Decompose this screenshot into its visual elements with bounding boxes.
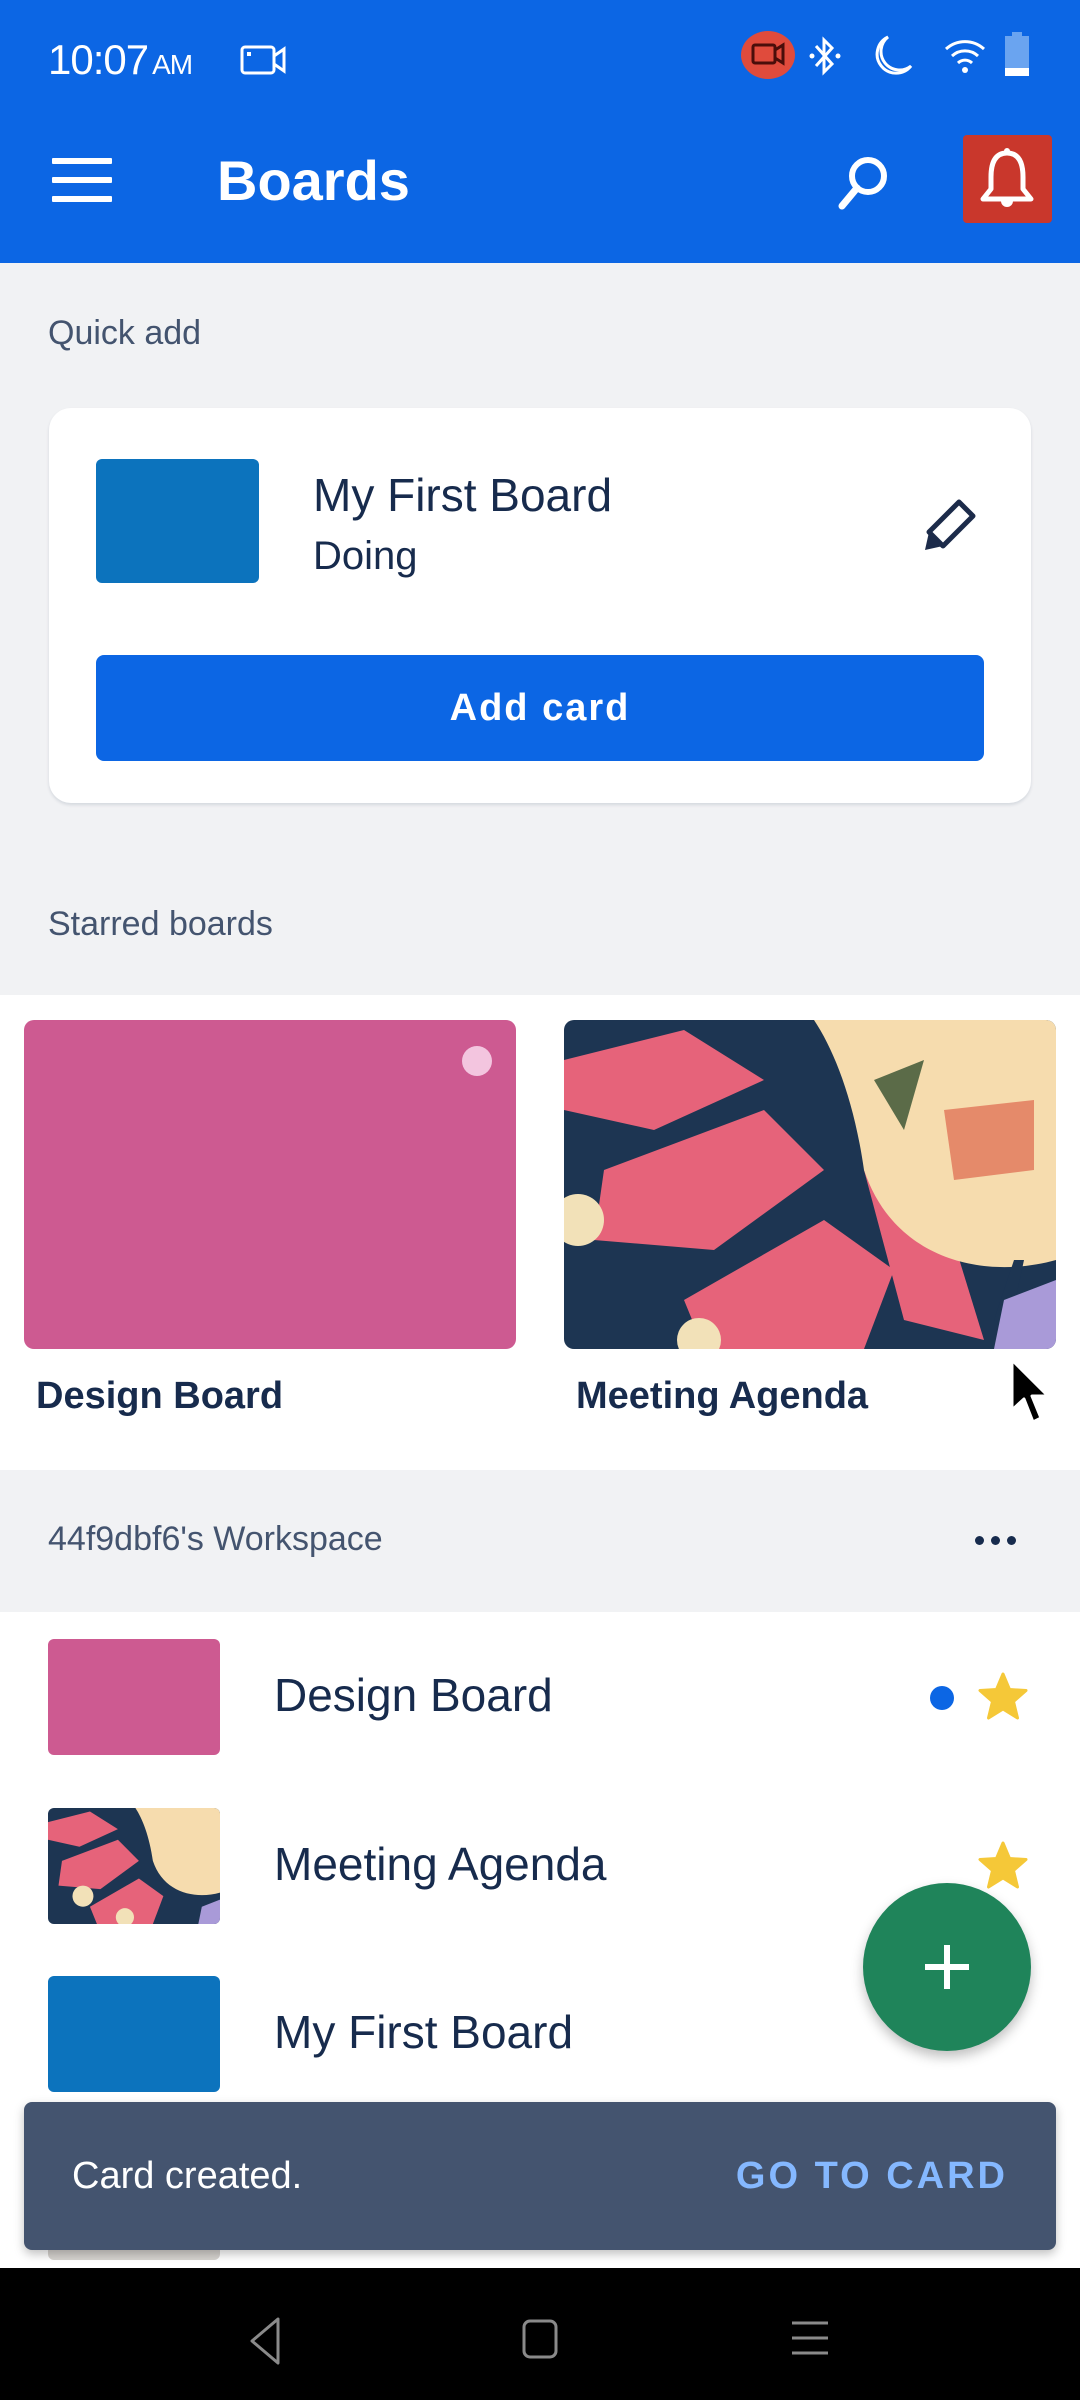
- home-icon[interactable]: [520, 2318, 560, 2360]
- menu-button[interactable]: [52, 158, 112, 202]
- starred-boards-label: Starred boards: [48, 905, 273, 943]
- workspace-header: 44f9dbf6's Workspace: [0, 1470, 1080, 1612]
- board-thumbnail: [48, 1976, 220, 2092]
- star-icon[interactable]: [975, 1670, 1031, 1726]
- starred-board-label[interactable]: Design Board: [36, 1375, 283, 1418]
- quick-add-list-name: Doing: [313, 534, 418, 578]
- pencil-icon: [925, 499, 976, 550]
- board-list-item[interactable]: Design Board: [0, 1612, 1080, 1780]
- board-background-image: [48, 1808, 220, 1924]
- plus-icon: [925, 1945, 969, 1989]
- search-icon: [838, 157, 887, 210]
- do-not-disturb-icon: [875, 35, 913, 75]
- quick-add-board-thumbnail: [96, 459, 259, 583]
- create-fab-button[interactable]: [863, 1883, 1031, 2051]
- activity-dot: [462, 1046, 492, 1076]
- starred-boards: Design Board Meeting Agenda: [0, 995, 1080, 1470]
- unread-dot: [930, 1686, 954, 1710]
- search-button[interactable]: [828, 148, 898, 218]
- workspace-title: 44f9dbf6's Workspace: [48, 1520, 383, 1558]
- bluetooth-icon: [809, 36, 841, 76]
- page-title: Boards: [217, 149, 410, 212]
- wifi-icon: [944, 40, 986, 73]
- board-name: Meeting Agenda: [274, 1838, 607, 1890]
- status-ampm: AM: [152, 49, 193, 80]
- recents-icon[interactable]: [790, 2318, 830, 2358]
- quick-add-card: My First Board Doing Add card: [49, 408, 1031, 803]
- add-card-button[interactable]: Add card: [96, 655, 984, 761]
- screen-cast-icon: [240, 45, 286, 75]
- system-nav-bar: [0, 2268, 1080, 2400]
- more-horizontal-icon: [974, 1535, 984, 1545]
- status-time-value: 10:07: [48, 36, 149, 83]
- notifications-button[interactable]: [963, 135, 1052, 223]
- top-bar: 10:07 AM Boards: [0, 0, 1080, 263]
- board-background-image: [564, 1020, 1056, 1349]
- star-icon[interactable]: [975, 1839, 1031, 1895]
- board-thumbnail: [48, 1808, 220, 1924]
- board-thumbnail: [48, 1639, 220, 1755]
- bell-icon: [980, 148, 1034, 207]
- starred-board-tile-meeting-agenda[interactable]: [564, 1020, 1056, 1349]
- quick-add-board-name: My First Board: [313, 469, 613, 521]
- board-name: Design Board: [274, 1669, 553, 1721]
- go-to-card-button[interactable]: GO TO CARD: [736, 2155, 1008, 2198]
- snackbar-message: Card created.: [72, 2155, 303, 2197]
- workspace-more-button[interactable]: [960, 1518, 1030, 1562]
- battery-icon: [1005, 32, 1029, 76]
- starred-board-label[interactable]: Meeting Agenda: [576, 1375, 868, 1418]
- edit-destination-button[interactable]: [919, 496, 979, 556]
- screen-record-icon: [741, 31, 795, 79]
- status-time: 10:07 AM: [48, 36, 193, 84]
- starred-board-tile-design-board[interactable]: [24, 1020, 516, 1349]
- snackbar: Card created. GO TO CARD: [24, 2102, 1056, 2250]
- hamburger-menu-icon: [52, 158, 112, 202]
- back-icon[interactable]: [246, 2316, 286, 2366]
- board-name: My First Board: [274, 2006, 574, 2058]
- quick-add-label: Quick add: [48, 314, 202, 352]
- mouse-cursor-icon: [1010, 1358, 1050, 1424]
